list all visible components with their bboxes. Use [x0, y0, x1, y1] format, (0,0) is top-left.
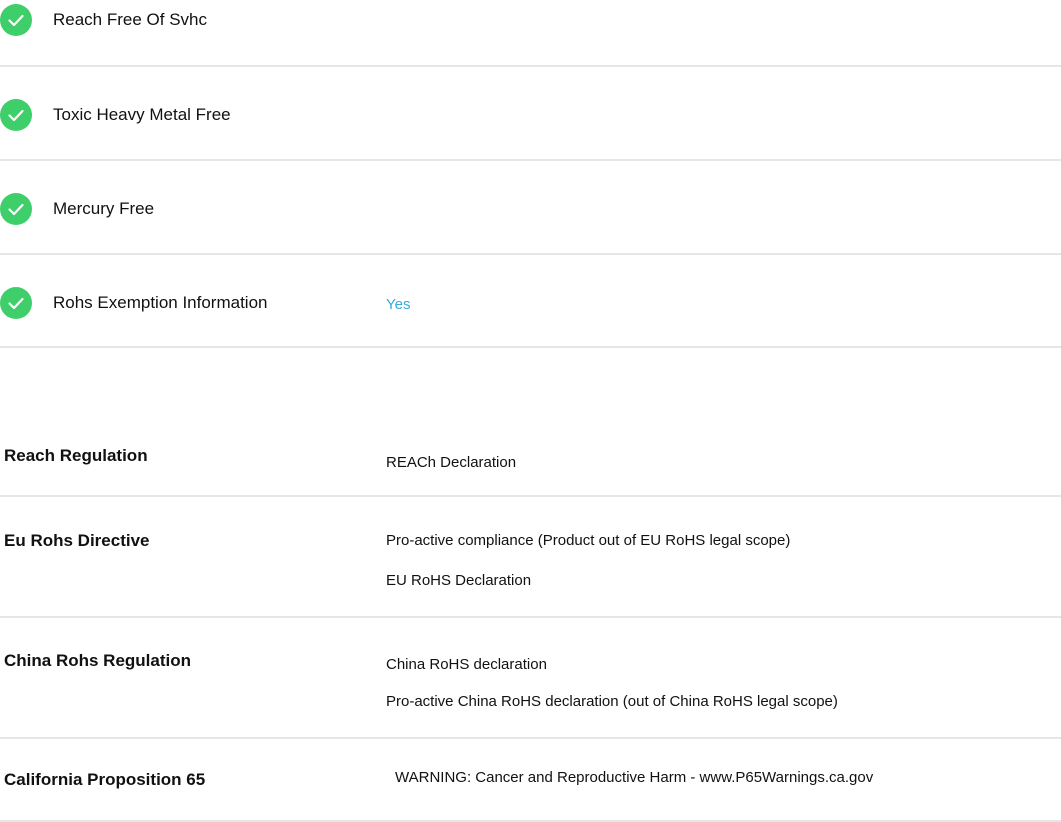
divider — [0, 65, 1061, 67]
feature-label: Mercury Free — [53, 199, 155, 218]
divider — [0, 346, 1061, 348]
divider — [0, 253, 1061, 255]
reach-declaration-link[interactable]: REACh Declaration — [386, 454, 516, 472]
prop65-warning-text: WARNING: Cancer and Reproductive Harm - … — [395, 769, 874, 786]
eu-rohs-declaration-link[interactable]: EU RoHS Declaration — [386, 572, 531, 590]
rohs-exemption-value-link[interactable]: Yes — [386, 296, 410, 314]
china-rohs-compliance-text: Pro-active China RoHS declaration (out o… — [386, 693, 838, 710]
regulation-label: Reach Regulation — [4, 446, 148, 465]
eu-rohs-compliance-text: Pro-active compliance (Product out of EU… — [386, 532, 791, 549]
check-circle-icon — [0, 4, 32, 36]
feature-label: Toxic Heavy Metal Free — [53, 105, 231, 124]
check-circle-icon — [0, 287, 32, 319]
check-circle-icon — [0, 193, 32, 225]
divider — [0, 616, 1061, 618]
check-circle-icon — [0, 99, 32, 131]
divider — [0, 159, 1061, 161]
china-rohs-declaration-link[interactable]: China RoHS declaration — [386, 656, 547, 674]
regulation-label: Eu Rohs Directive — [4, 531, 150, 550]
divider — [0, 737, 1061, 739]
regulation-label: California Proposition 65 — [4, 770, 206, 789]
feature-label: Reach Free Of Svhc — [53, 10, 208, 29]
regulation-label: China Rohs Regulation — [4, 651, 191, 670]
divider — [0, 495, 1061, 497]
feature-label: Rohs Exemption Information — [53, 293, 268, 312]
